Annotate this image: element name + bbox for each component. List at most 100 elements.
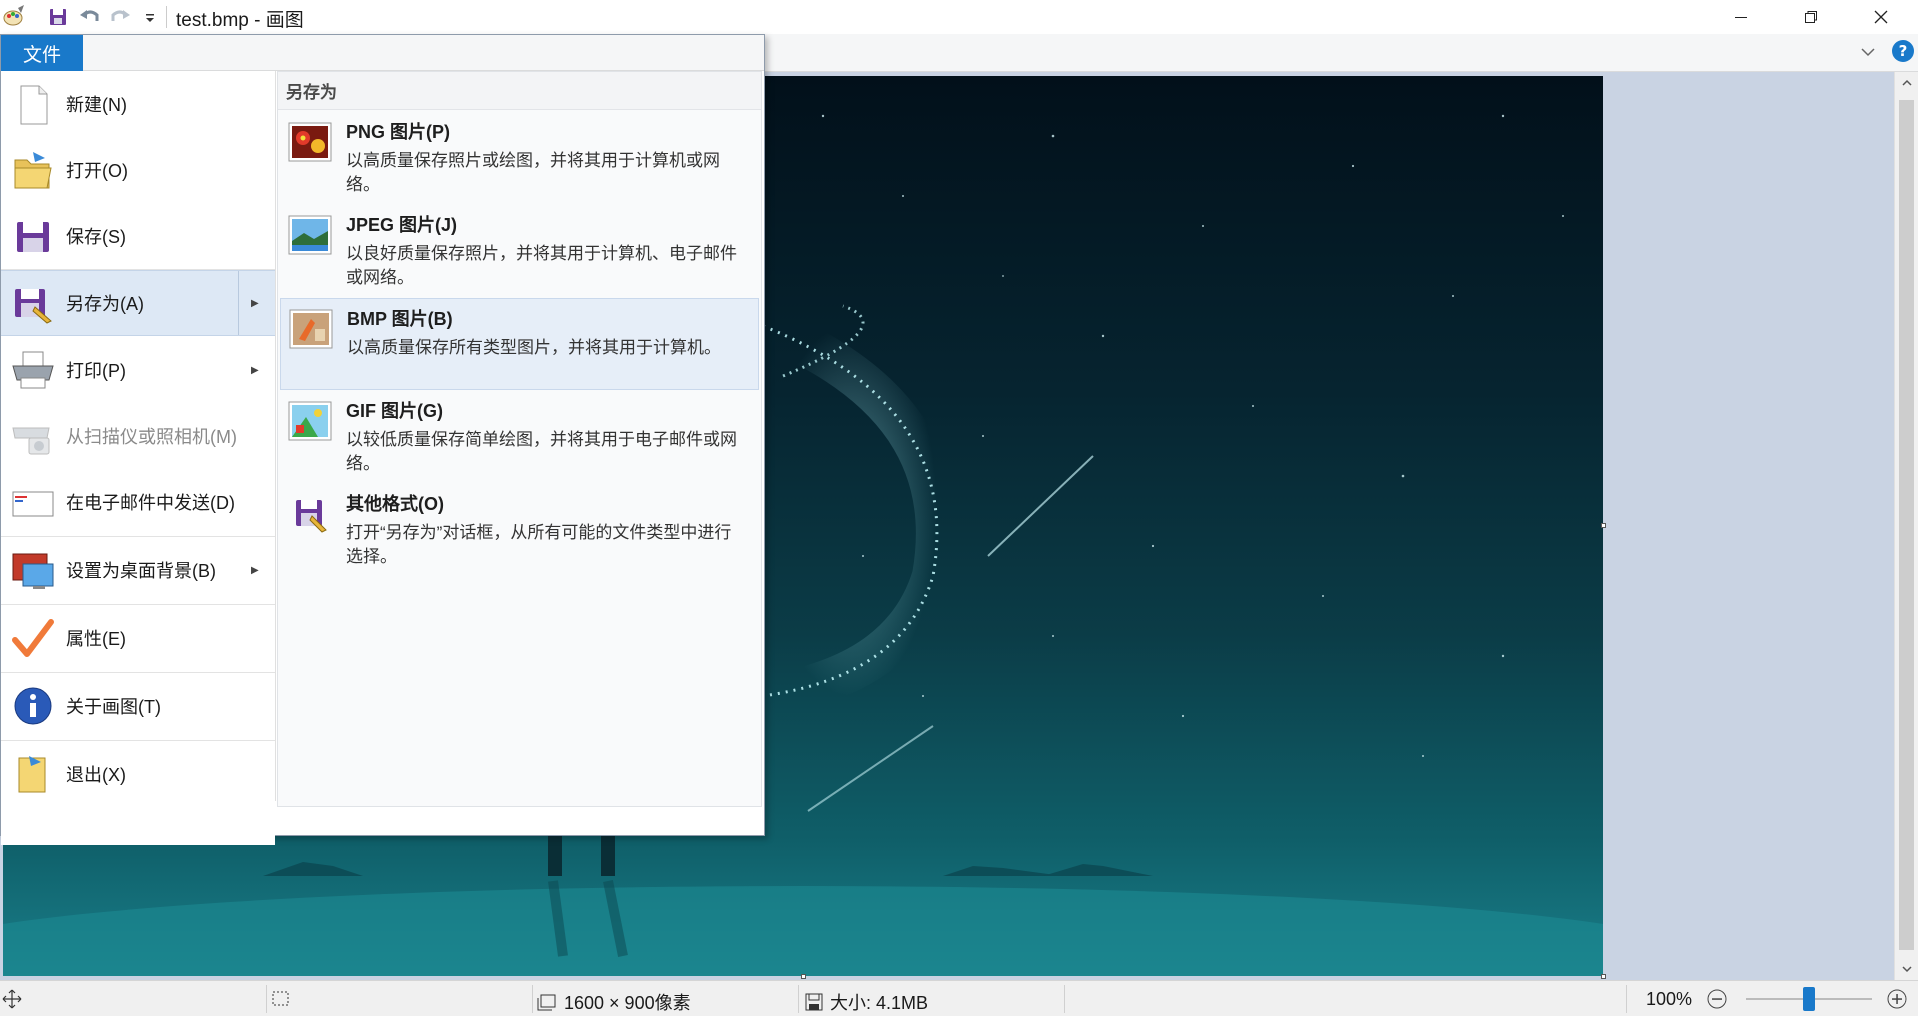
close-button[interactable]	[1846, 0, 1916, 34]
info-icon	[14, 687, 52, 725]
status-bar: 1600 × 900像素 大小: 4.1MB 100%	[0, 980, 1918, 1016]
submenu-arrow-icon: ▶	[251, 297, 259, 309]
menu-column-divider	[275, 71, 276, 801]
zoom-level: 100%	[1646, 989, 1693, 1009]
save-as-jpeg[interactable]: JPEG 图片(J) 以良好质量保存照片，并将其用于计算机、电子邮件或网络。	[280, 205, 759, 297]
save-disk-icon	[17, 222, 49, 252]
minimize-button[interactable]	[1706, 0, 1776, 34]
file-menu: 文件 新建(N) 打开(O) 保存(S) 另存为(A) ▶ 打印(P) ▶ 从扫…	[0, 34, 765, 845]
save-as-png-desc: 以高质量保存照片或绘图，并将其用于计算机或网络。	[346, 151, 720, 194]
save-as-gif-title: GIF 图片(G)	[346, 401, 443, 421]
status-separator	[532, 985, 533, 1013]
zoom-in-icon	[1887, 989, 1907, 1009]
desktop-background-icon	[12, 553, 54, 589]
chevron-up-icon	[1902, 79, 1912, 86]
scanner-icon	[12, 427, 50, 455]
bmp-image-icon	[289, 309, 333, 349]
new-file-icon	[20, 85, 48, 125]
vertical-scrollbar[interactable]	[1894, 72, 1918, 980]
email-icon	[12, 491, 54, 517]
zoom-out-button[interactable]	[1706, 988, 1728, 1010]
restore-button[interactable]	[1776, 0, 1846, 34]
save-as-bmp-desc: 以高质量保存所有类型图片，并将其用于计算机。	[347, 338, 721, 357]
png-image-icon	[288, 122, 332, 162]
other-formats-icon	[296, 500, 327, 533]
file-size: 大小: 4.1MB	[804, 989, 928, 1015]
paint-app-icon[interactable]	[2, 5, 26, 29]
scroll-down-button[interactable]	[1895, 958, 1918, 980]
window-title: test.bmp - 画图	[176, 10, 304, 31]
menu-label-email: 在电子邮件中发送(D)	[66, 493, 235, 513]
printer-icon	[12, 351, 54, 389]
file-menu-commands: 新建(N) 打开(O) 保存(S) 另存为(A) ▶ 打印(P) ▶ 从扫描仪或…	[1, 71, 275, 845]
help-button[interactable]: ?	[1892, 40, 1914, 62]
image-size-icon	[537, 994, 556, 1011]
save-as-jpeg-desc: 以良好质量保存照片，并将其用于计算机、电子邮件或网络。	[346, 244, 737, 287]
image-dimensions-text: 1600 × 900像素	[564, 993, 691, 1013]
minimize-icon	[1735, 17, 1747, 18]
scroll-thumb[interactable]	[1899, 100, 1914, 950]
save-as-other-formats[interactable]: 其他格式(O) 打开“另存为”对话框，从所有可能的文件类型中进行选择。	[280, 484, 759, 576]
menu-label-scanner: 从扫描仪或照相机(M)	[66, 427, 237, 447]
save-as-png-title: PNG 图片(P)	[346, 122, 451, 142]
submenu-arrow-icon: ▶	[251, 564, 259, 576]
menu-label-save-as: 另存为(A)	[66, 294, 144, 314]
status-separator	[798, 985, 799, 1013]
save-as-bmp[interactable]: BMP 图片(B) 以高质量保存所有类型图片，并将其用于计算机。	[280, 298, 759, 390]
menu-label-open: 打开(O)	[66, 161, 128, 181]
resize-handle-right[interactable]	[1601, 523, 1606, 528]
exit-icon	[18, 756, 46, 793]
submenu-split	[238, 271, 239, 335]
menu-item-desktop-background[interactable]: 设置为桌面背景(B) ▶	[1, 537, 275, 603]
menu-item-save[interactable]: 保存(S)	[1, 203, 275, 269]
title-separator	[166, 6, 167, 28]
menu-label-desktop-background: 设置为桌面背景(B)	[66, 561, 216, 581]
save-as-png[interactable]: PNG 图片(P) 以高质量保存照片或绘图，并将其用于计算机或网络。	[280, 112, 759, 204]
ribbon-collapse-button[interactable]	[1858, 42, 1878, 62]
restore-icon	[1805, 11, 1817, 23]
move-cursor-icon	[2, 989, 22, 1009]
save-as-other-title: 其他格式(O)	[346, 494, 444, 514]
file-menu-header	[83, 35, 764, 71]
menu-item-scanner[interactable]: 从扫描仪或照相机(M)	[1, 403, 275, 469]
undo-icon[interactable]	[78, 5, 102, 29]
file-size-text: 大小: 4.1MB	[830, 993, 929, 1013]
menu-label-new: 新建(N)	[66, 95, 127, 115]
menu-item-email[interactable]: 在电子邮件中发送(D)	[1, 469, 275, 535]
selection-icon	[272, 991, 289, 1006]
scroll-up-button[interactable]	[1895, 72, 1918, 94]
customize-qat-icon[interactable]	[138, 5, 162, 29]
menu-label-print: 打印(P)	[66, 361, 126, 381]
close-icon	[1874, 10, 1888, 24]
menu-label-about: 关于画图(T)	[66, 697, 161, 717]
title-bar: test.bmp - 画图	[0, 0, 1918, 34]
disk-icon	[805, 993, 823, 1011]
zoom-in-button[interactable]	[1886, 988, 1908, 1010]
save-as-submenu: 另存为 PNG 图片(P) 以高质量保存照片或绘图，并将其用于计算机或网络。 J…	[277, 71, 762, 807]
chevron-down-icon	[1861, 48, 1875, 57]
jpeg-image-icon	[288, 215, 332, 255]
save-as-bmp-title: BMP 图片(B)	[347, 309, 453, 329]
status-separator	[1064, 985, 1065, 1013]
menu-item-print[interactable]: 打印(P) ▶	[1, 337, 275, 403]
menu-item-open[interactable]: 打开(O)	[1, 137, 275, 203]
zoom-slider-thumb[interactable]	[1803, 987, 1815, 1011]
menu-item-properties[interactable]: 属性(E)	[1, 605, 275, 671]
menu-item-save-as[interactable]: 另存为(A) ▶	[1, 270, 275, 336]
file-menu-tab[interactable]: 文件	[1, 35, 83, 71]
resize-handle-corner[interactable]	[1601, 974, 1606, 979]
menu-label-exit: 退出(X)	[66, 765, 126, 785]
save-as-gif-desc: 以较低质量保存简单绘图，并将其用于电子邮件或网络。	[346, 430, 737, 473]
menu-label-properties: 属性(E)	[66, 629, 126, 649]
menu-label-save: 保存(S)	[66, 227, 126, 247]
quick-save-icon[interactable]	[46, 5, 70, 29]
menu-item-new[interactable]: 新建(N)	[1, 71, 275, 137]
save-as-gif[interactable]: GIF 图片(G) 以较低质量保存简单绘图，并将其用于电子邮件或网络。	[280, 391, 759, 483]
menu-item-exit[interactable]: 退出(X)	[1, 741, 275, 807]
submenu-arrow-icon: ▶	[251, 364, 259, 376]
redo-icon[interactable]	[108, 5, 132, 29]
resize-handle-bottom[interactable]	[801, 974, 806, 979]
open-folder-icon	[14, 152, 52, 189]
menu-item-about[interactable]: 关于画图(T)	[1, 673, 275, 739]
selection-size	[270, 989, 292, 1009]
